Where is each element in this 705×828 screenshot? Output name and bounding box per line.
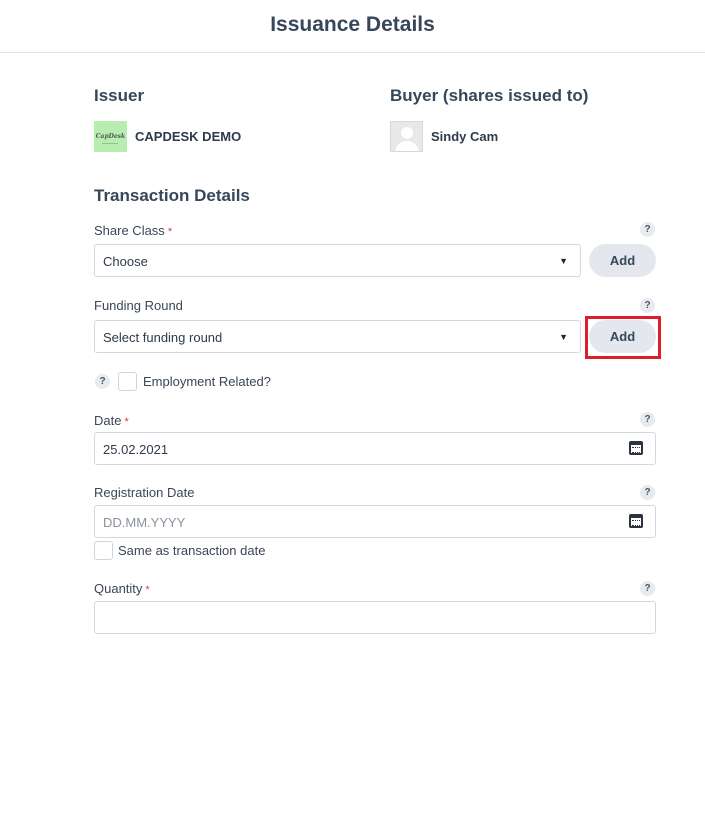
share-class-help-icon[interactable]: ? xyxy=(640,222,655,237)
quantity-input[interactable] xyxy=(94,601,656,634)
issuer-logo-text: CapDesk xyxy=(95,133,126,140)
funding-round-label: Funding Round xyxy=(94,298,183,313)
header: Issuance Details xyxy=(0,0,705,53)
quantity-label-text: Quantity xyxy=(94,581,143,596)
issuer-heading: Issuer xyxy=(94,86,145,105)
buyer-party: Sindy Cam xyxy=(390,121,498,152)
page-title: Issuance Details xyxy=(270,13,435,36)
funding-round-select[interactable]: Select funding round ▼ xyxy=(94,320,581,353)
buyer-avatar xyxy=(390,121,423,152)
registration-date-help-icon[interactable]: ? xyxy=(640,485,655,500)
employment-help-icon[interactable]: ? xyxy=(95,374,110,389)
issuer-party: CapDesk CAPDESK DEMO xyxy=(94,121,241,152)
avatar-body xyxy=(395,141,419,151)
registration-date-placeholder: DD.MM.YYYY xyxy=(103,515,186,530)
registration-date-input[interactable]: DD.MM.YYYY xyxy=(94,505,656,538)
share-class-label: Share Class * xyxy=(94,223,172,238)
share-class-label-text: Share Class xyxy=(94,223,165,238)
chevron-down-icon: ▼ xyxy=(559,332,568,342)
issuer-logo: CapDesk xyxy=(94,121,127,152)
buyer-name: Sindy Cam xyxy=(431,129,499,144)
date-label: Date * xyxy=(94,413,129,428)
funding-round-help-icon[interactable]: ? xyxy=(640,298,655,313)
funding-round-value: Select funding round xyxy=(103,330,223,345)
registration-date-label: Registration Date xyxy=(94,485,195,500)
chevron-down-icon: ▼ xyxy=(559,256,568,266)
quantity-help-icon[interactable]: ? xyxy=(640,581,655,596)
date-value: 25.02.2021 xyxy=(103,442,169,457)
share-class-value: Choose xyxy=(103,254,148,269)
employment-related-label: Employment Related? xyxy=(143,374,271,389)
buyer-heading: Buyer (shares issued to) xyxy=(390,86,589,105)
issuer-logo-line xyxy=(102,143,118,144)
share-class-select[interactable]: Choose ▼ xyxy=(94,244,581,277)
avatar-head xyxy=(401,127,413,139)
quantity-label: Quantity * xyxy=(94,581,150,596)
transaction-details-heading: Transaction Details xyxy=(94,186,250,205)
calendar-icon[interactable] xyxy=(629,514,643,528)
same-as-transaction-checkbox[interactable] xyxy=(94,541,113,560)
date-input[interactable]: 25.02.2021 xyxy=(94,432,656,465)
date-help-icon[interactable]: ? xyxy=(640,412,655,427)
required-marker: * xyxy=(124,416,129,428)
highlight-box xyxy=(585,316,661,359)
issuer-name: CAPDESK DEMO xyxy=(135,129,242,144)
calendar-icon[interactable] xyxy=(629,441,643,455)
employment-related-checkbox[interactable] xyxy=(118,372,137,391)
date-label-text: Date xyxy=(94,413,122,428)
required-marker: * xyxy=(145,584,150,596)
add-share-class-button[interactable]: Add xyxy=(589,244,656,277)
required-marker: * xyxy=(167,226,173,238)
same-as-transaction-label: Same as transaction date xyxy=(118,543,266,558)
